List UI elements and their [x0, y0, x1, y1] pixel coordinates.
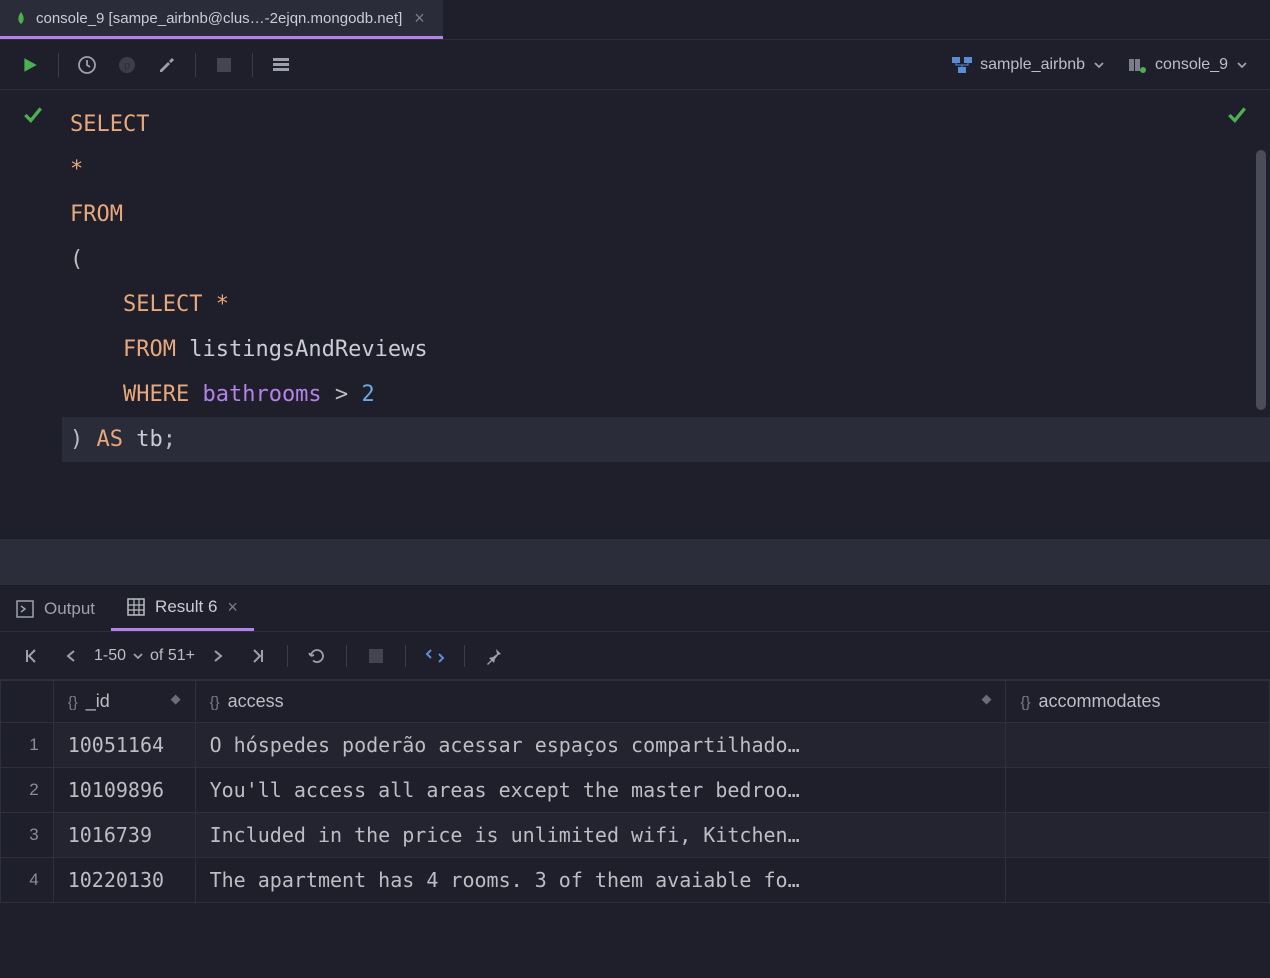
console-icon [1129, 57, 1147, 73]
cell-accommodates[interactable] [1006, 858, 1270, 903]
reload-button[interactable] [300, 639, 334, 673]
row-number: 2 [1, 768, 54, 813]
cell-access[interactable]: The apartment has 4 rooms. 3 of them ava… [195, 858, 1006, 903]
close-icon[interactable]: × [410, 8, 429, 29]
cell-id[interactable]: 10220130 [53, 858, 195, 903]
cell-id[interactable]: 1016739 [53, 813, 195, 858]
code-editor[interactable]: SELECT * FROM ( SELECT * FROM listingsAn… [0, 90, 1270, 538]
cell-access[interactable]: O hóspedes poderão acessar espaços compa… [195, 723, 1006, 768]
column-header-id[interactable]: {} _id ◆ [53, 681, 195, 723]
column-label: _id [86, 691, 110, 711]
page-total: of 51+ [150, 647, 195, 665]
object-icon: {} [68, 694, 78, 711]
close-icon[interactable]: × [227, 597, 238, 618]
prev-page-button[interactable] [54, 639, 88, 673]
schema-selector[interactable]: sample_airbnb [942, 47, 1115, 83]
separator [58, 53, 59, 77]
page-range: 1-50 [94, 647, 126, 665]
result-tab-label: Result 6 [155, 597, 217, 617]
tab-title: console_9 [sampe_airbnb@clus…-2ejqn.mong… [36, 10, 402, 27]
mongodb-leaf-icon [14, 11, 28, 25]
sort-icon[interactable]: ◆ [171, 691, 181, 707]
grid-icon [127, 598, 145, 616]
row-number-header [1, 681, 54, 723]
run-button[interactable] [12, 47, 48, 83]
editor-tab-bar: console_9 [sampe_airbnb@clus…-2ejqn.mong… [0, 0, 1270, 40]
row-number: 4 [1, 858, 54, 903]
console-name: console_9 [1155, 56, 1228, 74]
editor-gutter [0, 90, 70, 538]
cell-accommodates[interactable] [1006, 768, 1270, 813]
column-header-accommodates[interactable]: {} accommodates [1006, 681, 1270, 723]
pin-button[interactable] [477, 639, 511, 673]
editor-tab-active[interactable]: console_9 [sampe_airbnb@clus…-2ejqn.mong… [0, 0, 443, 39]
separator [464, 645, 465, 667]
output-icon [16, 600, 34, 618]
cell-access[interactable]: You'll access all areas except the maste… [195, 768, 1006, 813]
sort-icon[interactable]: ◆ [981, 691, 991, 707]
table-row[interactable]: 31016739Included in the price is unlimit… [1, 813, 1270, 858]
compare-button[interactable] [418, 639, 452, 673]
cell-id[interactable]: 10051164 [53, 723, 195, 768]
row-number: 1 [1, 723, 54, 768]
output-tab[interactable]: Output [0, 586, 111, 631]
object-icon: {} [210, 694, 220, 711]
result-tab-bar: Output Result 6 × [0, 586, 1270, 632]
check-icon [22, 104, 44, 126]
table-row[interactable]: 410220130The apartment has 4 rooms. 3 of… [1, 858, 1270, 903]
separator [346, 645, 347, 667]
view-mode-button[interactable] [263, 47, 299, 83]
cell-accommodates[interactable] [1006, 723, 1270, 768]
settings-button[interactable] [149, 47, 185, 83]
column-label: accommodates [1038, 691, 1160, 711]
result-toolbar: 1-50 of 51+ [0, 632, 1270, 680]
row-number: 3 [1, 813, 54, 858]
explain-plan-button[interactable]: p [109, 47, 145, 83]
table-row[interactable]: 110051164O hóspedes poderão acessar espa… [1, 723, 1270, 768]
table-row[interactable]: 210109896You'll access all areas except … [1, 768, 1270, 813]
next-page-button[interactable] [201, 639, 235, 673]
chevron-down-icon [132, 650, 144, 662]
separator [195, 53, 196, 77]
separator [287, 645, 288, 667]
schema-name: sample_airbnb [980, 56, 1085, 74]
editor-content[interactable]: SELECT * FROM ( SELECT * FROM listingsAn… [70, 90, 1270, 538]
stop-button[interactable] [206, 47, 242, 83]
pane-splitter[interactable] [0, 538, 1270, 586]
chevron-down-icon [1093, 59, 1105, 71]
cell-accommodates[interactable] [1006, 813, 1270, 858]
column-header-access[interactable]: {} access ◆ [195, 681, 1006, 723]
first-page-button[interactable] [14, 639, 48, 673]
svg-text:p: p [124, 60, 130, 72]
object-icon: {} [1020, 694, 1030, 711]
last-page-button[interactable] [241, 639, 275, 673]
check-icon [1226, 104, 1248, 126]
output-tab-label: Output [44, 599, 95, 619]
chevron-down-icon [1236, 59, 1248, 71]
scrollbar[interactable] [1256, 150, 1266, 410]
console-selector[interactable]: console_9 [1119, 47, 1258, 83]
separator [252, 53, 253, 77]
history-button[interactable] [69, 47, 105, 83]
stop-button[interactable] [359, 639, 393, 673]
result-tab[interactable]: Result 6 × [111, 586, 254, 631]
cell-access[interactable]: Included in the price is unlimited wifi,… [195, 813, 1006, 858]
page-range-selector[interactable]: 1-50 [94, 647, 144, 665]
result-table: {} _id ◆ {} access ◆ {} accommodates 110051… [0, 680, 1270, 903]
column-label: access [228, 691, 284, 711]
cell-id[interactable]: 10109896 [53, 768, 195, 813]
schema-icon [952, 57, 972, 73]
separator [405, 645, 406, 667]
editor-toolbar: p sample_airbnb console_9 [0, 40, 1270, 90]
